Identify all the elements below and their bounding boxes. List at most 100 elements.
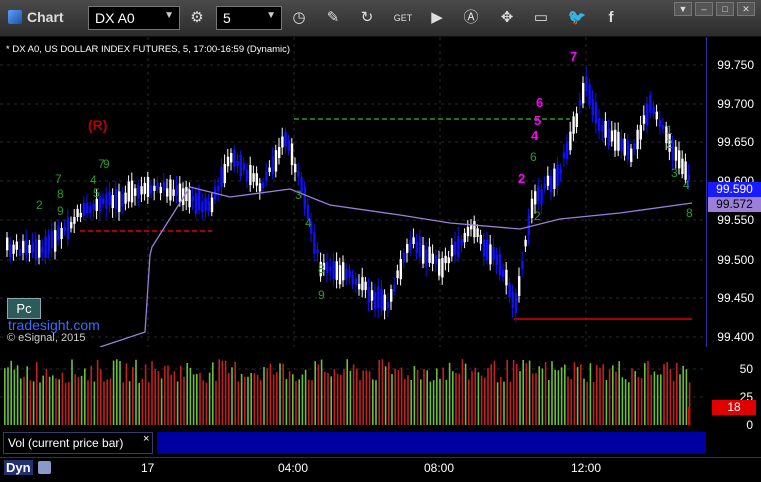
candle-body: [351, 274, 354, 285]
candle-body: [201, 202, 204, 213]
minimize-control[interactable]: –: [695, 2, 713, 16]
volume-bar: [461, 359, 464, 425]
refresh-icon[interactable]: ↻: [356, 8, 378, 28]
volume-bar: [148, 382, 150, 425]
candle-body: [617, 131, 620, 151]
chevron-down-icon[interactable]: ▼: [266, 10, 276, 21]
volume-bar: [426, 370, 428, 425]
volume-bar: [304, 369, 307, 425]
volume-bar: [183, 376, 185, 425]
play-icon[interactable]: ▶: [426, 8, 448, 28]
price-chart[interactable]: 278945793489621234824567: [0, 37, 706, 347]
pc-box[interactable]: Pc: [7, 298, 41, 319]
volume-bar: [327, 372, 329, 425]
symbol-input[interactable]: DX A0 ▼: [88, 6, 180, 30]
volume-bar: [644, 363, 646, 425]
volume-bar: [375, 380, 377, 425]
candle-body: [175, 185, 178, 196]
candle-body: [57, 226, 60, 241]
volume-study-strip: [157, 432, 706, 454]
interval-icon[interactable]: ◷: [288, 8, 310, 28]
volume-bar: [192, 374, 195, 425]
candle-body: [348, 270, 351, 278]
time-axis: Dyn 17 04:00 08:00 12:00: [0, 457, 761, 482]
volume-bar: [372, 379, 374, 425]
candle-body: [412, 237, 415, 244]
chat-icon[interactable]: ▭: [530, 8, 552, 28]
candle-body: [514, 293, 518, 313]
time-mode-toggle[interactable]: Dyn: [4, 460, 33, 475]
volume-bar: [314, 361, 316, 425]
candle-body: [649, 95, 652, 114]
volume-bar: [410, 380, 412, 425]
candle-body: [60, 227, 63, 240]
volume-bar: [650, 374, 652, 425]
candle-body: [393, 284, 396, 292]
candle-body: [146, 176, 150, 198]
twitter-icon[interactable]: 🐦: [566, 8, 588, 28]
cursor-icon[interactable]: ✥: [496, 8, 518, 28]
volume-bar: [404, 379, 406, 425]
candle-body: [140, 186, 143, 195]
count-marker: 8: [57, 187, 64, 201]
volume-bar: [276, 372, 278, 425]
volume-bar: [557, 370, 560, 425]
volume-bar: [122, 382, 124, 425]
volume-bar: [631, 368, 633, 425]
volume-bar: [612, 365, 614, 425]
volume-bar: [330, 376, 332, 425]
candle-body: [508, 282, 511, 298]
candle-body: [76, 208, 79, 218]
volume-bar: [308, 379, 310, 425]
volume-bar: [64, 382, 67, 425]
volume-bar: [503, 381, 505, 425]
candle-body: [678, 150, 681, 169]
link-icon[interactable]: ⚙: [186, 8, 208, 28]
volume-bar: [234, 361, 236, 425]
chevron-down-icon[interactable]: ▼: [164, 10, 174, 21]
volume-bar: [80, 375, 83, 425]
volume-study-label[interactable]: Vol (current price bar): [3, 432, 153, 454]
candle-body: [521, 261, 524, 270]
candle-body: [639, 124, 642, 140]
volume-tick: 50: [739, 362, 753, 376]
menu-control[interactable]: ▼: [674, 2, 692, 16]
maximize-control[interactable]: □: [716, 2, 734, 16]
candle-body: [54, 230, 57, 252]
alert-icon[interactable]: Ⓐ: [460, 8, 482, 28]
settings-icon[interactable]: [38, 461, 51, 474]
volume-bar: [535, 373, 537, 425]
candle-body: [562, 152, 566, 159]
volume-bar: [215, 380, 217, 425]
interval-input[interactable]: 5 ▼: [216, 6, 282, 30]
candle-body: [134, 188, 137, 196]
volume-bar: [647, 360, 649, 425]
candle-body: [633, 143, 636, 150]
close-control[interactable]: ✕: [737, 2, 755, 16]
candle-body: [111, 195, 114, 209]
volume-tick: 0: [746, 418, 753, 432]
candle-body: [223, 163, 226, 184]
volume-bar: [263, 367, 265, 425]
candle-body: [658, 120, 662, 127]
candle-body: [598, 118, 601, 131]
candle-body: [498, 254, 502, 276]
volume-bar: [512, 360, 515, 425]
candle-body: [9, 243, 12, 258]
close-icon[interactable]: ×: [143, 433, 149, 445]
get-icon[interactable]: GET: [392, 8, 414, 28]
setup-marker: 4: [531, 128, 539, 143]
facebook-icon[interactable]: f: [600, 8, 622, 28]
candle-body: [390, 289, 393, 302]
count-marker: 9: [57, 204, 64, 218]
volume-chart[interactable]: [0, 349, 706, 431]
volume-bar: [423, 368, 425, 425]
volume-bar: [448, 362, 451, 425]
candle-body: [364, 281, 367, 291]
candle-body: [79, 212, 82, 218]
candle-body: [12, 244, 15, 254]
draw-icon[interactable]: ✎: [322, 8, 344, 28]
volume-bar: [301, 374, 304, 425]
candle-body: [82, 202, 86, 216]
volume-bar: [112, 360, 115, 425]
